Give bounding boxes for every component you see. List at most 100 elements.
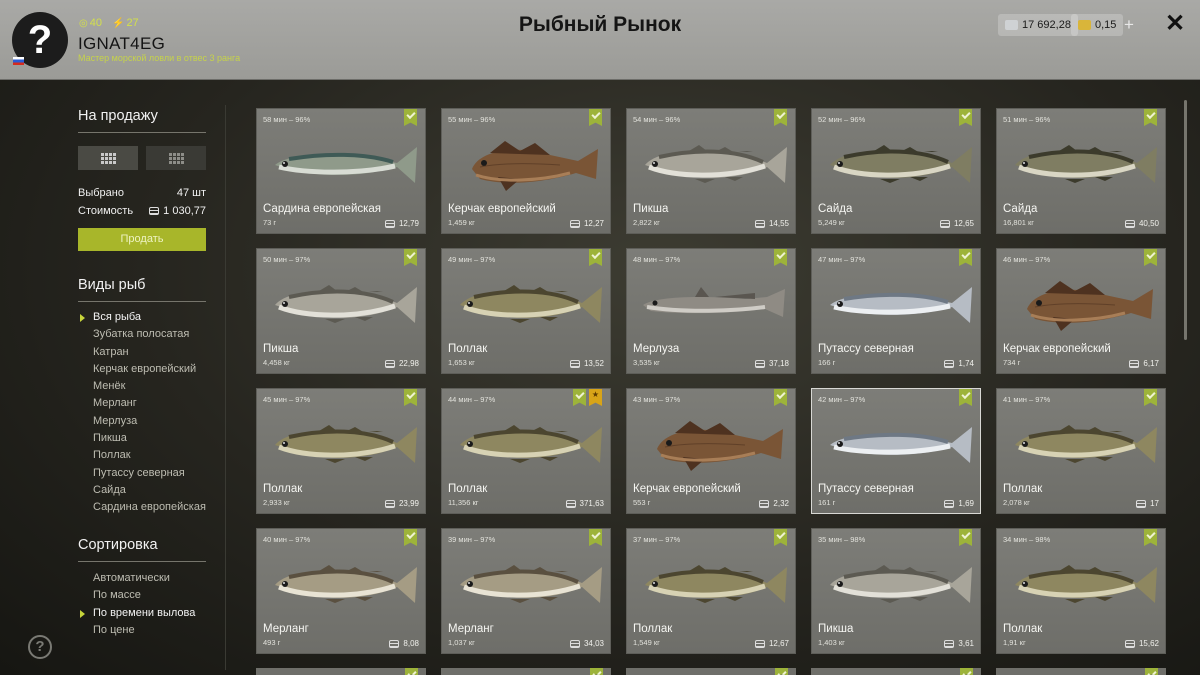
check-flag-icon[interactable]: [1144, 109, 1157, 126]
check-flag-icon[interactable]: [774, 249, 787, 266]
fish-weight: 5,249 кг: [818, 218, 845, 227]
check-flag-icon[interactable]: [959, 249, 972, 266]
fish-card[interactable]: 41 мин – 97% Поллак 2,078 кг 17: [996, 388, 1166, 514]
fish-card-partial[interactable]: [811, 668, 981, 675]
sort-item[interactable]: По цене: [93, 622, 195, 639]
species-item[interactable]: Мерлуза: [93, 413, 206, 430]
check-flag-icon[interactable]: [1144, 529, 1157, 546]
fish-card[interactable]: 55 мин – 96% Керчак европейский 1,459 кг 1…: [441, 108, 611, 234]
fish-card[interactable]: 44 мин – 97% ★ Поллак 11,356 кг 371,63: [441, 388, 611, 514]
check-flag-icon[interactable]: [959, 109, 972, 126]
fish-card[interactable]: 43 мин – 97% Керчак европейский 553 г 2,32: [626, 388, 796, 514]
username: IGNAT4EG: [78, 34, 166, 53]
fish-weight: 1,037 кг: [448, 638, 475, 647]
view-large-grid-button[interactable]: [78, 146, 138, 170]
check-flag-icon[interactable]: [404, 389, 417, 406]
fish-name: Поллак: [448, 483, 488, 495]
silver-coin-icon: [759, 499, 770, 508]
view-small-grid-button[interactable]: [146, 146, 206, 170]
species-item[interactable]: Поллак: [93, 447, 206, 464]
species-item[interactable]: Зубатка полосатая: [93, 326, 206, 343]
check-flag-icon[interactable]: [1144, 249, 1157, 266]
silver-coin-icon: [384, 359, 395, 368]
fish-image: [275, 147, 417, 183]
star-flag-icon[interactable]: ★: [589, 389, 602, 406]
fish-card[interactable]: 35 мин – 98% Пикша 1,403 кг 3,61: [811, 528, 981, 654]
fish-price: 22,98: [384, 359, 419, 368]
silver-coin-icon: [569, 639, 580, 648]
fish-image: [1015, 425, 1157, 463]
check-flag-icon[interactable]: [589, 109, 602, 126]
check-flag-icon[interactable]: [589, 529, 602, 546]
fish-card[interactable]: 58 мин – 96% Сардина европейская 73 г 12,7…: [256, 108, 426, 234]
scrollbar[interactable]: [1184, 100, 1187, 340]
check-flag-icon[interactable]: [404, 109, 417, 126]
check-flag-icon[interactable]: [774, 529, 787, 546]
fish-name: Путассу северная: [818, 483, 914, 495]
fish-card[interactable]: 42 мин – 97% Путассу северная 161 г 1,69: [811, 388, 981, 514]
check-flag-icon[interactable]: [959, 529, 972, 546]
fish-card[interactable]: 47 мин – 97% Путассу северная 166 г 1,74: [811, 248, 981, 374]
close-button[interactable]: ✕: [1162, 11, 1188, 37]
species-item[interactable]: Мерланг: [93, 395, 206, 412]
catch-time: 50 мин – 97%: [263, 255, 311, 264]
fish-price: 23,99: [384, 499, 419, 508]
species-item[interactable]: Вся рыба: [80, 309, 206, 326]
next-row-peek: [256, 668, 1166, 675]
fish-card[interactable]: 51 мин – 96% Сайда 16,801 кг 40,50: [996, 108, 1166, 234]
check-flag-icon[interactable]: [774, 389, 787, 406]
catch-time: 39 мин – 97%: [448, 535, 496, 544]
silver-coin-icon: [1129, 359, 1140, 368]
for-sale-heading: На продажу: [78, 108, 158, 124]
panel-divider: [225, 105, 226, 670]
fish-card-partial[interactable]: [996, 668, 1166, 675]
catch-time: 47 мин – 97%: [818, 255, 866, 264]
species-item[interactable]: Пикша: [93, 430, 206, 447]
fish-card[interactable]: 40 мин – 97% Мерланг 493 г 8,08: [256, 528, 426, 654]
sort-item[interactable]: По времени вылова: [79, 605, 195, 622]
cost-label: Стоимость: [78, 205, 134, 217]
species-item[interactable]: Менёк: [93, 378, 206, 395]
fish-card[interactable]: 54 мин – 96% Пикша 2,822 кг 14,55: [626, 108, 796, 234]
check-flag-icon[interactable]: [573, 389, 586, 406]
species-item[interactable]: Сайда: [93, 482, 206, 499]
fish-card-partial[interactable]: [626, 668, 796, 675]
fish-card[interactable]: 37 мин – 97% Поллак 1,549 кг 12,67: [626, 528, 796, 654]
check-flag-icon[interactable]: [959, 389, 972, 406]
check-flag-icon[interactable]: [589, 249, 602, 266]
species-item[interactable]: Путассу северная: [93, 465, 206, 482]
fish-card[interactable]: 49 мин – 97% Поллак 1,653 кг 13,52: [441, 248, 611, 374]
species-item[interactable]: Сардина европейская: [93, 499, 206, 516]
fish-card-partial[interactable]: [256, 668, 426, 675]
sort-item[interactable]: По массе: [93, 587, 195, 604]
sell-button[interactable]: Продать: [78, 228, 206, 251]
fish-image: [460, 565, 602, 603]
fish-card[interactable]: 46 мин – 97% Керчак европейский 734 г 6,17: [996, 248, 1166, 374]
fish-card[interactable]: 45 мин – 97% Поллак 2,933 кг 23,99: [256, 388, 426, 514]
catch-time: 58 мин – 96%: [263, 115, 311, 124]
fish-name: Сайда: [1003, 203, 1038, 215]
fish-image: [830, 287, 972, 323]
check-flag-icon[interactable]: [404, 529, 417, 546]
add-gold-button[interactable]: +: [1120, 14, 1138, 36]
fish-image: [460, 285, 602, 323]
species-filter-list: Вся рыба Зубатка полосатая Катран Керчак ев…: [80, 309, 206, 517]
price-value: 14,55: [768, 219, 789, 228]
grid-large-icon: [100, 152, 116, 164]
fish-price: 1,69: [944, 499, 974, 508]
species-item[interactable]: Керчак европейский: [93, 361, 206, 378]
fish-card[interactable]: 39 мин – 97% Мерланг 1,037 кг 34,03: [441, 528, 611, 654]
check-flag-icon[interactable]: [1144, 389, 1157, 406]
fish-card[interactable]: 34 мин – 98% Поллак 1,91 кг 15,62: [996, 528, 1166, 654]
sort-item[interactable]: Автоматически: [93, 570, 195, 587]
fish-card[interactable]: 52 мин – 96% Сайда 5,249 кг 12,65: [811, 108, 981, 234]
help-icon[interactable]: ?: [28, 635, 52, 659]
fish-price: 40,50: [1124, 219, 1159, 228]
species-item[interactable]: Катран: [93, 344, 206, 361]
check-flag-icon[interactable]: [774, 109, 787, 126]
fish-card[interactable]: 50 мин – 97% Пикша 4,458 кг 22,98: [256, 248, 426, 374]
fish-card[interactable]: 48 мин – 97% Мерлуза 3,535 кг 37,18: [626, 248, 796, 374]
check-flag-icon[interactable]: [404, 249, 417, 266]
fish-card-partial[interactable]: [441, 668, 611, 675]
top-bar: ? ◎ 40 ⚡ 27 IGNAT4EG Мастер морской ловли …: [0, 0, 1200, 80]
